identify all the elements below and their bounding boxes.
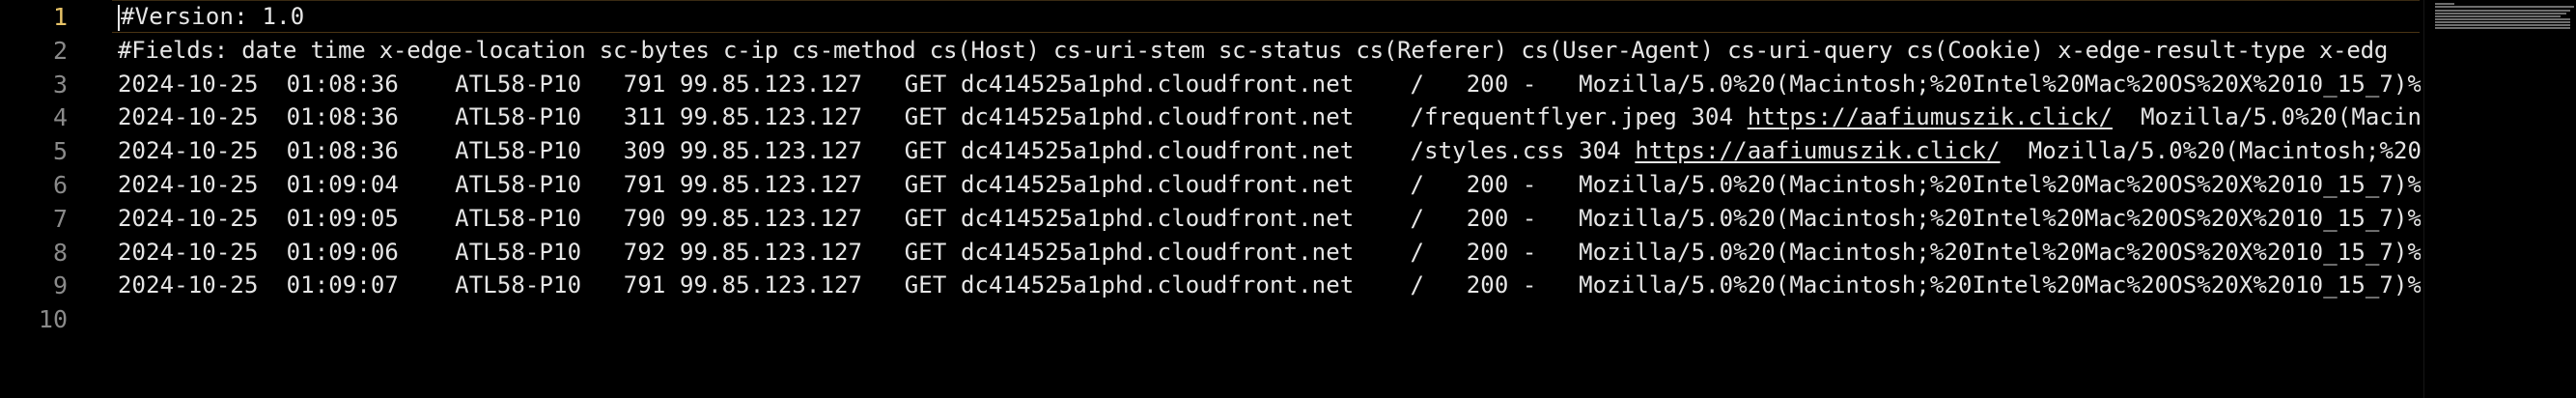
line-number: 5 (52, 137, 68, 166)
minimap-line (2435, 10, 2570, 12)
log-entry-text: 2024-10-25 01:08:36 ATL58-P10 311 99.85.… (118, 103, 1748, 130)
log-entry-text: 2024-10-25 01:08:36 ATL58-P10 791 99.85.… (118, 71, 2421, 98)
code-line[interactable]: 2024-10-25 01:09:06 ATL58-P10 792 99.85.… (118, 236, 2421, 270)
log-entry-text: Mozilla/5.0%20(Macint (2113, 103, 2421, 130)
fields-header-text: #Fields: date time x-edge-location sc-by… (118, 37, 2389, 64)
line-number: 10 (38, 305, 68, 334)
text-cursor (118, 4, 120, 31)
log-entry-text: 2024-10-25 01:09:06 ATL58-P10 792 99.85.… (118, 239, 2421, 266)
log-entry-text: 2024-10-25 01:08:36 ATL58-P10 309 99.85.… (118, 137, 1636, 164)
log-entry-text: 2024-10-25 01:09:05 ATL58-P10 790 99.85.… (118, 205, 2421, 232)
line-number: 1 (52, 3, 68, 31)
code-line[interactable]: #Fields: date time x-edge-location sc-by… (118, 34, 2421, 68)
minimap-line (2435, 27, 2570, 29)
code-line[interactable]: 2024-10-25 01:08:36 ATL58-P10 309 99.85.… (118, 134, 2421, 168)
minimap-line (2435, 24, 2570, 26)
version-line-text: #Version: 1.0 (121, 3, 305, 30)
log-entry-text: Mozilla/5.0%20(Macintosh;%20I (2000, 137, 2421, 164)
code-line[interactable]: 2024-10-25 01:08:36 ATL58-P10 311 99.85.… (118, 100, 2421, 134)
text-editor[interactable]: 1 2 3 4 5 6 7 8 9 10 #Version: 1.0 #Fiel… (0, 0, 2576, 398)
code-line[interactable]: 2024-10-25 01:08:36 ATL58-P10 791 99.85.… (118, 68, 2421, 101)
line-number: 2 (52, 36, 68, 65)
minimap[interactable] (2435, 2, 2574, 31)
code-line[interactable]: #Version: 1.0 (118, 0, 2421, 34)
line-number: 9 (52, 271, 68, 300)
line-number: 7 (52, 204, 68, 233)
log-entry-text: 2024-10-25 01:09:04 ATL58-P10 791 99.85.… (118, 171, 2421, 198)
minimap-line (2435, 21, 2570, 23)
minimap-line (2435, 13, 2566, 14)
code-line[interactable]: 2024-10-25 01:09:05 ATL58-P10 790 99.85.… (118, 202, 2421, 236)
minimap-line (2435, 3, 2454, 5)
line-number: 3 (52, 70, 68, 99)
code-line[interactable] (118, 302, 2421, 336)
line-number: 4 (52, 103, 68, 132)
minimap-line (2435, 18, 2570, 20)
log-entry-text: 2024-10-25 01:09:07 ATL58-P10 791 99.85.… (118, 271, 2421, 298)
referer-link[interactable]: https://aafiumuszik.click/ (1748, 103, 2113, 130)
code-area[interactable]: #Version: 1.0 #Fields: date time x-edge-… (118, 0, 2421, 398)
minimap-line (2435, 15, 2561, 17)
code-line[interactable]: 2024-10-25 01:09:07 ATL58-P10 791 99.85.… (118, 269, 2421, 302)
referer-link[interactable]: https://aafiumuszik.click/ (1635, 137, 2000, 164)
code-line[interactable]: 2024-10-25 01:09:04 ATL58-P10 791 99.85.… (118, 168, 2421, 202)
line-number-gutter: 1 2 3 4 5 6 7 8 9 10 (0, 0, 97, 398)
line-number: 6 (52, 171, 68, 199)
minimap-divider (2423, 0, 2424, 398)
minimap-line (2435, 6, 2574, 8)
line-number: 8 (52, 238, 68, 267)
